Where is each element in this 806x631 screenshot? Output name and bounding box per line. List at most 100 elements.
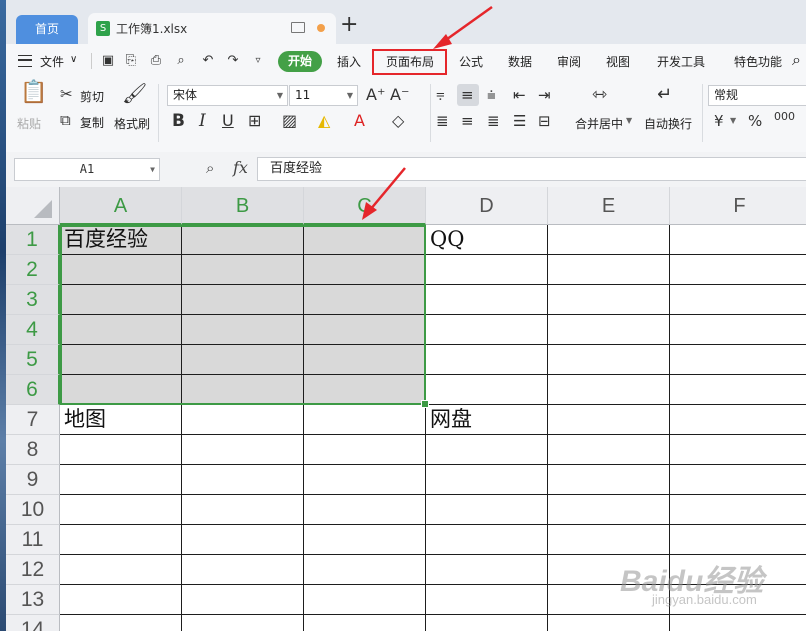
- cell-f5[interactable]: [670, 345, 806, 375]
- cell-a3[interactable]: [60, 285, 182, 315]
- align-bottom-icon[interactable]: ⩧: [487, 86, 496, 104]
- row-header-4[interactable]: 4: [6, 315, 60, 345]
- cell-b5[interactable]: [182, 345, 304, 375]
- wrap-text-button[interactable]: 自动换行: [644, 115, 692, 132]
- cell-d14[interactable]: [426, 615, 548, 631]
- cell-b6[interactable]: [182, 375, 304, 405]
- row-header-8[interactable]: 8: [6, 435, 60, 465]
- cell-c4[interactable]: [304, 315, 426, 345]
- row-header-5[interactable]: 5: [6, 345, 60, 375]
- align-middle-icon[interactable]: ≡: [461, 86, 474, 104]
- cell-a13[interactable]: [60, 585, 182, 615]
- distributed-icon[interactable]: ⊟: [538, 112, 551, 130]
- row-header-10[interactable]: 10: [6, 495, 60, 525]
- font-name-select[interactable]: 宋体 ▼: [167, 85, 288, 106]
- cell-c6[interactable]: [304, 375, 426, 405]
- thousands-icon[interactable]: 000: [774, 108, 795, 126]
- cell-a9[interactable]: [60, 465, 182, 495]
- row-header-12[interactable]: 12: [6, 555, 60, 585]
- menu-file[interactable]: 文件: [40, 53, 64, 70]
- print-icon[interactable]: ⎙: [149, 54, 163, 68]
- row-header-11[interactable]: 11: [6, 525, 60, 555]
- cell-d1[interactable]: QQ: [426, 225, 548, 255]
- monitor-icon[interactable]: [291, 22, 305, 33]
- fill-pattern-icon[interactable]: ▨: [282, 112, 297, 130]
- cell-a7[interactable]: 地图: [60, 405, 182, 435]
- cell-d4[interactable]: [426, 315, 548, 345]
- underline-icon[interactable]: U: [222, 112, 234, 130]
- indent-decrease-icon[interactable]: ⇤: [513, 86, 526, 104]
- italic-icon[interactable]: I: [199, 112, 206, 130]
- cell-d7[interactable]: 网盘: [426, 405, 548, 435]
- cell-c10[interactable]: [304, 495, 426, 525]
- border-icon[interactable]: ⊞: [248, 112, 261, 130]
- export-icon[interactable]: ⎘: [124, 54, 138, 68]
- eraser-icon[interactable]: ◇: [392, 112, 404, 130]
- cell-b3[interactable]: [182, 285, 304, 315]
- bold-icon[interactable]: B: [172, 112, 185, 130]
- merge-center-icon[interactable]: ⇿: [592, 86, 607, 104]
- cell-d10[interactable]: [426, 495, 548, 525]
- name-box[interactable]: A1 ▼: [14, 158, 160, 181]
- cell-c2[interactable]: [304, 255, 426, 285]
- cell-c8[interactable]: [304, 435, 426, 465]
- cell-f3[interactable]: [670, 285, 806, 315]
- cell-e5[interactable]: [548, 345, 670, 375]
- merge-chevron-icon[interactable]: ▼: [626, 116, 632, 125]
- copy-button[interactable]: 复制: [80, 114, 104, 131]
- format-painter-button[interactable]: 格式刷: [114, 115, 150, 132]
- cell-c5[interactable]: [304, 345, 426, 375]
- justify-icon[interactable]: ☰: [513, 112, 526, 130]
- cell-c14[interactable]: [304, 615, 426, 631]
- row-header-6[interactable]: 6: [6, 375, 60, 405]
- cell-a6[interactable]: [60, 375, 182, 405]
- cell-d5[interactable]: [426, 345, 548, 375]
- column-header-b[interactable]: B: [182, 187, 304, 225]
- row-header-3[interactable]: 3: [6, 285, 60, 315]
- row-header-14[interactable]: 14: [6, 615, 60, 631]
- align-center-icon[interactable]: ≡: [461, 112, 474, 130]
- column-header-a[interactable]: A: [60, 187, 182, 225]
- hamburger-icon[interactable]: [18, 55, 32, 67]
- cell-a4[interactable]: [60, 315, 182, 345]
- customize-chevron-icon[interactable]: ▿: [251, 54, 265, 68]
- cell-b2[interactable]: [182, 255, 304, 285]
- cell-b12[interactable]: [182, 555, 304, 585]
- row-header-1[interactable]: 1: [6, 225, 60, 255]
- cell-d11[interactable]: [426, 525, 548, 555]
- cell-c9[interactable]: [304, 465, 426, 495]
- cell-b11[interactable]: [182, 525, 304, 555]
- font-color-icon[interactable]: A: [354, 112, 365, 130]
- cell-c13[interactable]: [304, 585, 426, 615]
- cell-e8[interactable]: [548, 435, 670, 465]
- cell-d13[interactable]: [426, 585, 548, 615]
- cell-b9[interactable]: [182, 465, 304, 495]
- cell-e2[interactable]: [548, 255, 670, 285]
- font-shrink-icon[interactable]: A⁻: [390, 86, 409, 104]
- menu-formulas[interactable]: 公式: [459, 53, 483, 70]
- tab-workbook[interactable]: S 工作簿1.xlsx: [88, 13, 336, 44]
- column-header-e[interactable]: E: [548, 187, 670, 225]
- cell-f4[interactable]: [670, 315, 806, 345]
- search-icon[interactable]: ⌕: [792, 50, 801, 70]
- cell-d9[interactable]: [426, 465, 548, 495]
- menu-review[interactable]: 审阅: [557, 53, 581, 70]
- cell-a2[interactable]: [60, 255, 182, 285]
- fill-handle[interactable]: [421, 400, 429, 408]
- number-format-select[interactable]: 常规: [708, 85, 806, 106]
- row-header-2[interactable]: 2: [6, 255, 60, 285]
- cell-c1[interactable]: [304, 225, 426, 255]
- cell-f7[interactable]: [670, 405, 806, 435]
- cell-f9[interactable]: [670, 465, 806, 495]
- cell-c11[interactable]: [304, 525, 426, 555]
- cell-b10[interactable]: [182, 495, 304, 525]
- column-header-f[interactable]: F: [670, 187, 806, 225]
- cell-f14[interactable]: [670, 615, 806, 631]
- cell-e9[interactable]: [548, 465, 670, 495]
- cell-a11[interactable]: [60, 525, 182, 555]
- chevron-down-icon[interactable]: ∨: [70, 54, 77, 65]
- cell-b13[interactable]: [182, 585, 304, 615]
- cell-a12[interactable]: [60, 555, 182, 585]
- percent-icon[interactable]: %: [748, 112, 762, 130]
- menu-special[interactable]: 特色功能: [734, 53, 782, 70]
